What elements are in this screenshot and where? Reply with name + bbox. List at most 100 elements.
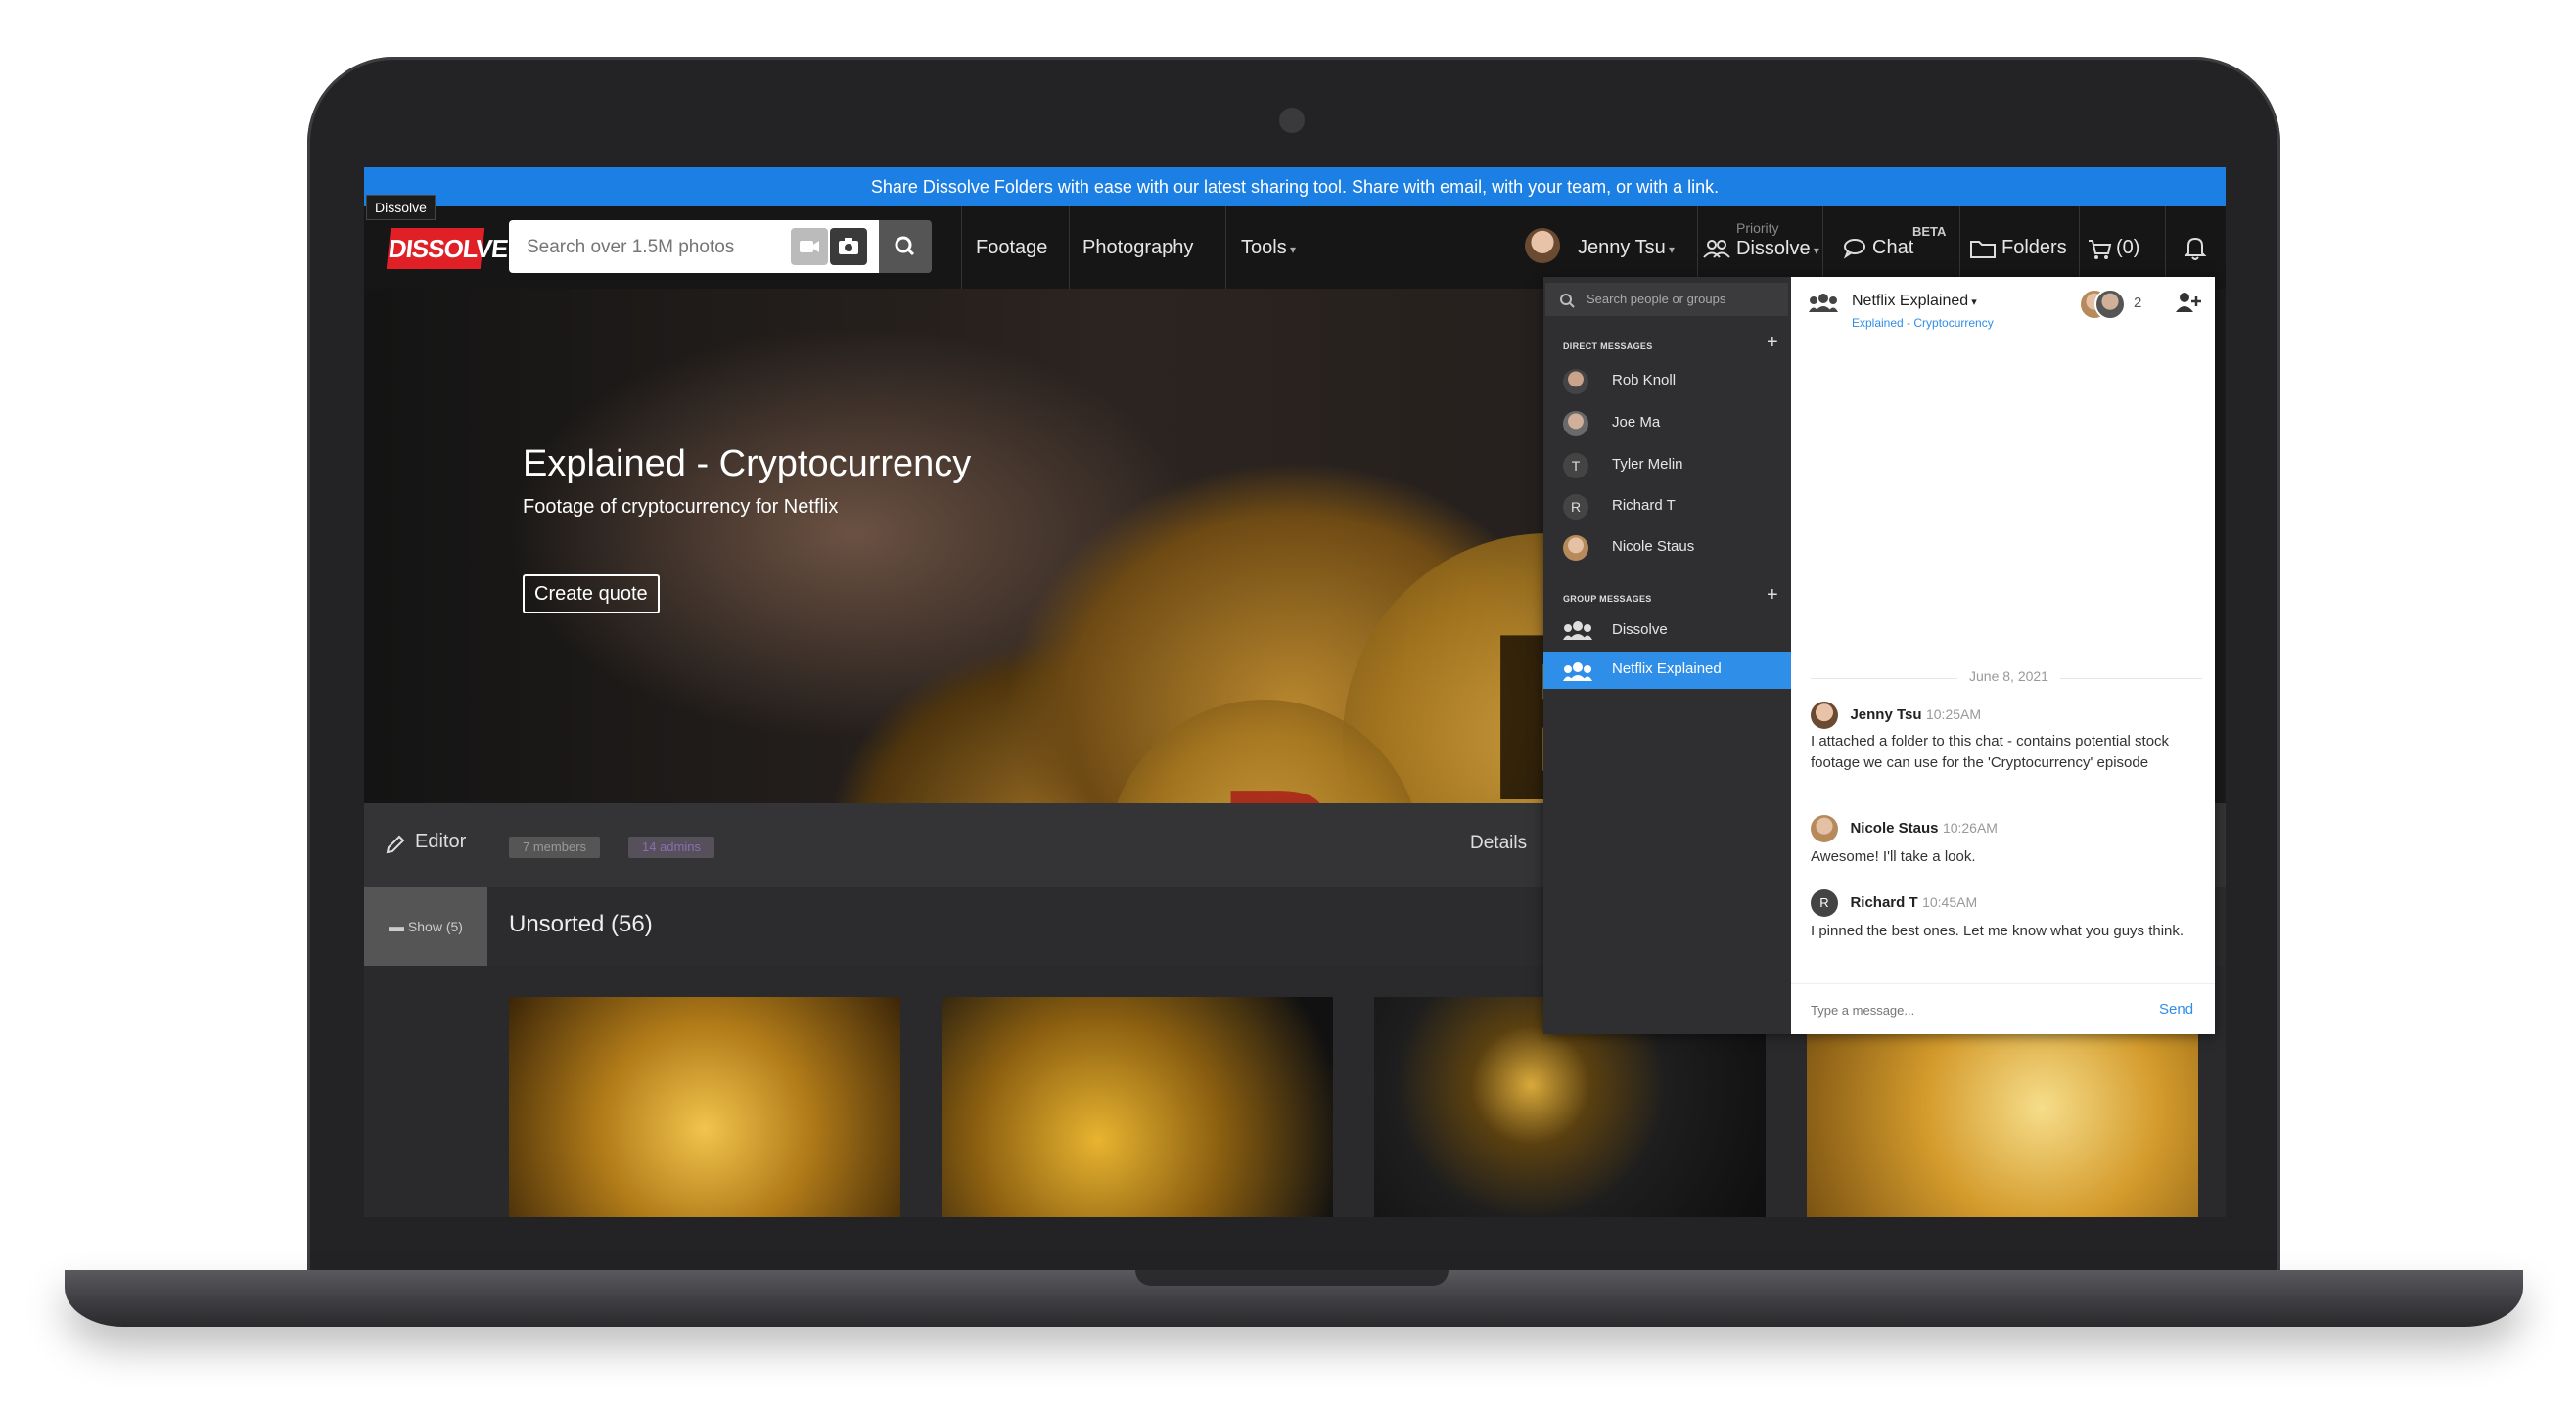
- message-header: R Richard T 10:45AM: [1811, 887, 1977, 917]
- chat-conversation: Netflix Explained ▾ Explained - Cryptocu…: [1791, 277, 2215, 1034]
- message-author: Nicole Staus: [1850, 820, 1939, 837]
- nav-divider: [961, 206, 962, 289]
- avatar: R: [1811, 888, 1838, 917]
- group-message-item-active[interactable]: Netflix Explained: [1543, 652, 1791, 689]
- member-avatars[interactable]: [2079, 289, 2126, 320]
- direct-message-item[interactable]: Nicole Staus: [1563, 531, 1788, 563]
- user-name: Jenny Tsu: [1578, 237, 1666, 258]
- avatar: R: [1563, 494, 1588, 520]
- priority-label: Priority: [1736, 220, 1779, 236]
- add-user-icon[interactable]: [2175, 291, 2202, 314]
- message-time: 10:26AM: [1942, 820, 1998, 836]
- user-avatar[interactable]: [1525, 228, 1560, 263]
- avatar: T: [1563, 453, 1588, 478]
- message-text: Awesome! I'll take a look.: [1811, 848, 1976, 865]
- add-group-message-icon[interactable]: +: [1767, 584, 1778, 607]
- group-icon: [1563, 662, 1592, 681]
- details-toggle[interactable]: Details: [1470, 833, 1527, 854]
- members-pill[interactable]: 7 members: [509, 837, 601, 858]
- contact-name: Tyler Melin: [1612, 456, 1683, 473]
- search-icon: [1560, 294, 1575, 308]
- bell-icon[interactable]: [2183, 234, 2208, 261]
- conversation-title-menu[interactable]: Netflix Explained ▾: [1852, 293, 1977, 310]
- direct-message-item[interactable]: Rob Knoll: [1563, 365, 1788, 396]
- nav-tools-label: Tools: [1241, 237, 1287, 258]
- send-button[interactable]: Send: [2159, 1001, 2193, 1018]
- laptop-notch: [1135, 1270, 1449, 1286]
- chat-bubble-icon: [1843, 239, 1865, 259]
- admins-pill[interactable]: 14 admins: [628, 837, 714, 858]
- group-messages-heading: GROUP MESSAGES: [1563, 594, 1652, 604]
- asset-thumbnail[interactable]: [942, 997, 1333, 1217]
- folder-open-icon: ▬: [389, 919, 405, 935]
- search-box: [509, 220, 928, 273]
- beta-badge: BETA: [1912, 224, 1947, 239]
- avatar: [1811, 701, 1838, 729]
- chevron-down-icon: ▾: [1968, 296, 1977, 308]
- chevron-down-icon: ▾: [1665, 243, 1676, 256]
- priority-org-menu[interactable]: Dissolve ▾: [1736, 238, 1819, 260]
- chat-search[interactable]: Search people or groups: [1545, 283, 1788, 316]
- message-text: I attached a folder to this chat - conta…: [1811, 733, 2170, 771]
- contact-name: Richard T: [1612, 497, 1676, 514]
- avatar: [2094, 289, 2126, 320]
- direct-messages-heading: DIRECT MESSAGES: [1563, 341, 1653, 351]
- conversation-title: Netflix Explained: [1852, 293, 1969, 309]
- video-camera-icon: [800, 241, 819, 252]
- direct-message-item[interactable]: R Richard T: [1563, 490, 1788, 522]
- message-author: Jenny Tsu: [1850, 706, 1922, 723]
- conversation-subtitle[interactable]: Explained - Cryptocurrency: [1852, 316, 1994, 330]
- show-folders-label: Show (5): [407, 919, 463, 934]
- direct-message-item[interactable]: T Tyler Melin: [1563, 449, 1788, 480]
- avatar: [1563, 411, 1588, 436]
- camera-icon: [839, 238, 858, 254]
- announcement-banner[interactable]: Share Dissolve Folders with ease with ou…: [364, 167, 2226, 206]
- message-time: 10:25AM: [1925, 706, 1982, 722]
- cart-icon: [2089, 240, 2112, 259]
- composer-divider: [1791, 983, 2215, 984]
- asset-thumbnail[interactable]: [509, 997, 900, 1217]
- search-button[interactable]: [879, 220, 932, 273]
- group-icon: [1809, 294, 1838, 312]
- folder-icon: [1970, 241, 1996, 258]
- search-input[interactable]: [525, 232, 783, 263]
- logo-tooltip: Dissolve: [366, 195, 436, 220]
- avatar: [1563, 369, 1588, 394]
- nav-tools[interactable]: Tools ▾: [1241, 206, 1296, 289]
- message-time: 10:45AM: [1922, 894, 1978, 910]
- add-direct-message-icon[interactable]: +: [1767, 332, 1778, 354]
- direct-message-item[interactable]: Joe Ma: [1563, 407, 1788, 438]
- nav-divider: [1069, 206, 1070, 289]
- message-text: I pinned the best ones. Let me know what…: [1811, 923, 2185, 939]
- group-icon: [1563, 621, 1592, 640]
- editor-role[interactable]: Editor: [415, 831, 466, 853]
- group-message-item[interactable]: Dissolve: [1563, 614, 1788, 646]
- message-header: Nicole Staus 10:26AM: [1811, 813, 1998, 842]
- message-header: Jenny Tsu 10:25AM: [1811, 700, 1981, 729]
- page-title: Explained - Cryptocurrency: [523, 443, 972, 484]
- video-search-toggle[interactable]: [791, 228, 828, 265]
- webcam: [1279, 108, 1305, 133]
- message-input[interactable]: [1809, 995, 2126, 1024]
- show-folders-button[interactable]: ▬ Show (5): [364, 887, 487, 966]
- dissolve-logo[interactable]: DISSOLVE: [386, 228, 509, 269]
- message-author: Richard T: [1850, 894, 1918, 911]
- search-icon: [895, 236, 915, 256]
- chat-panel: Search people or groups DIRECT MESSAGES …: [1543, 277, 2215, 1034]
- nav-footage[interactable]: Footage: [976, 206, 1047, 289]
- contact-name: Rob Knoll: [1612, 372, 1677, 388]
- date-divider: June 8, 2021: [1957, 668, 2060, 684]
- nav-divider: [1225, 206, 1226, 289]
- group-name: Dissolve: [1612, 621, 1668, 638]
- create-quote-button[interactable]: Create quote: [523, 574, 660, 613]
- folder-title: Unsorted (56): [509, 911, 653, 937]
- screen: Share Dissolve Folders with ease with ou…: [364, 167, 2226, 1217]
- chevron-down-icon: ▾: [1286, 243, 1297, 256]
- member-count: 2: [2134, 295, 2142, 311]
- chat-search-placeholder: Search people or groups: [1587, 292, 1726, 306]
- contact-name: Nicole Staus: [1612, 538, 1695, 555]
- photo-search-toggle[interactable]: [830, 228, 867, 265]
- nav-photography[interactable]: Photography: [1082, 206, 1193, 289]
- contact-name: Joe Ma: [1612, 414, 1661, 431]
- group-name: Netflix Explained: [1612, 660, 1722, 677]
